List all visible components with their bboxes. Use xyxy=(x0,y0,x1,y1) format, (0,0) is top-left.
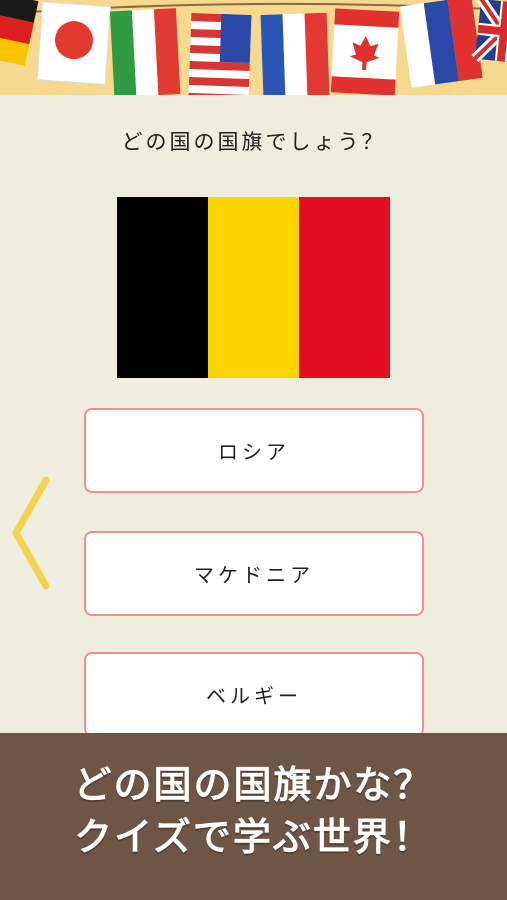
promo-line-2: クイズで学ぶ世界！ xyxy=(74,815,433,859)
promo-caption: どの国の国旗かな？ クイズで学ぶ世界！ xyxy=(0,733,507,900)
answer-option-1[interactable]: ロシア xyxy=(84,408,424,493)
italy-flag-icon xyxy=(109,8,181,95)
japan-flag-icon xyxy=(36,1,111,85)
flag-stripe-black xyxy=(117,197,208,378)
germany-flag-icon xyxy=(0,0,39,66)
flag-garland xyxy=(0,0,507,95)
answer-option-2[interactable]: マケドニア xyxy=(84,531,424,616)
flag-stripe-yellow xyxy=(208,197,299,378)
russia-flag-icon xyxy=(400,0,483,88)
answer-option-3[interactable]: ベルギー xyxy=(84,652,424,737)
promo-line-1: どの国の国旗かな？ xyxy=(73,763,434,807)
flag-garland-banner xyxy=(0,0,507,95)
chevron-left-icon xyxy=(12,476,50,590)
quiz-flag-image xyxy=(117,197,390,378)
flag-stripe-red xyxy=(299,197,390,378)
back-button[interactable] xyxy=(8,474,52,592)
canada-flag-icon xyxy=(330,8,400,95)
france-flag-icon xyxy=(260,12,330,95)
question-text: どの国の国旗でしょう？ xyxy=(121,130,386,154)
usa-flag-icon xyxy=(188,12,252,95)
